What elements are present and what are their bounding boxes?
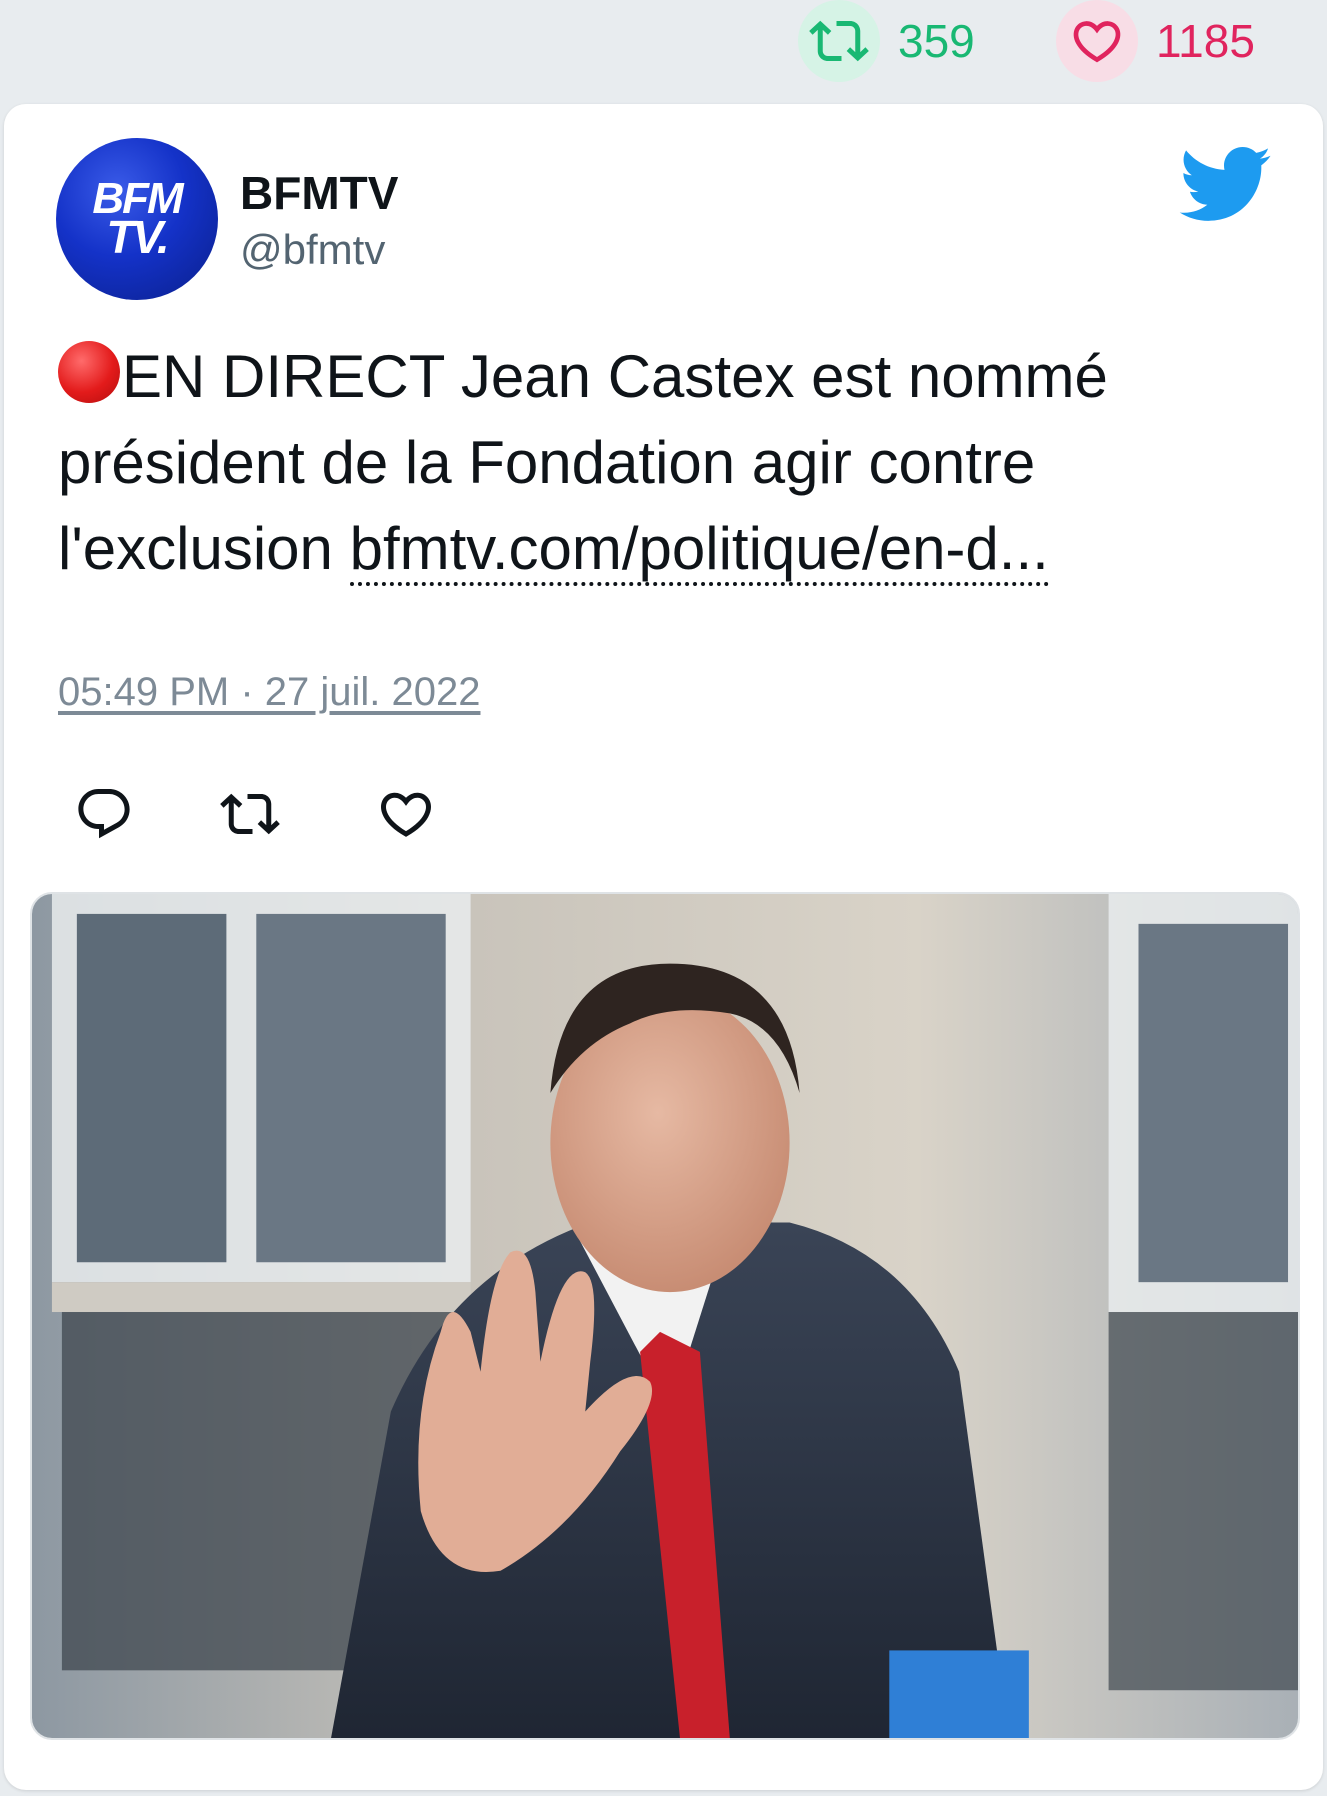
retweet-icon[interactable]	[220, 784, 280, 844]
retweet-count[interactable]: 359	[798, 0, 975, 82]
author-name[interactable]: BFMTV	[240, 166, 398, 220]
heart-icon[interactable]	[376, 784, 436, 844]
reply-icon[interactable]	[74, 784, 134, 844]
retweet-icon	[798, 0, 880, 82]
twitter-bird-icon[interactable]	[1176, 144, 1272, 224]
author-handle[interactable]: @bfmtv	[240, 226, 385, 274]
tweet-timestamp[interactable]: 05:49 PM · 27 juil. 2022	[58, 670, 480, 715]
red-circle-icon	[58, 341, 120, 403]
heart-icon	[1056, 0, 1138, 82]
tweet-photo[interactable]	[30, 892, 1300, 1740]
tweet-card[interactable]: BFM TV. BFMTV @bfmtv EN DIRECT Jean Cast…	[4, 104, 1323, 1790]
avatar-text-line2: TV.	[106, 211, 169, 264]
retweet-count-value: 359	[898, 15, 975, 67]
like-count[interactable]: 1185	[1056, 0, 1255, 82]
stats-bar: 359 1185	[0, 0, 1327, 100]
photo-illustration	[32, 894, 1298, 1738]
tweet-link[interactable]: bfmtv.com/politique/en-d...	[349, 515, 1049, 586]
tweet-text: EN DIRECT Jean Castex est nommé présiden…	[58, 334, 1288, 592]
like-count-value: 1185	[1156, 15, 1255, 67]
avatar[interactable]: BFM TV.	[56, 138, 218, 300]
